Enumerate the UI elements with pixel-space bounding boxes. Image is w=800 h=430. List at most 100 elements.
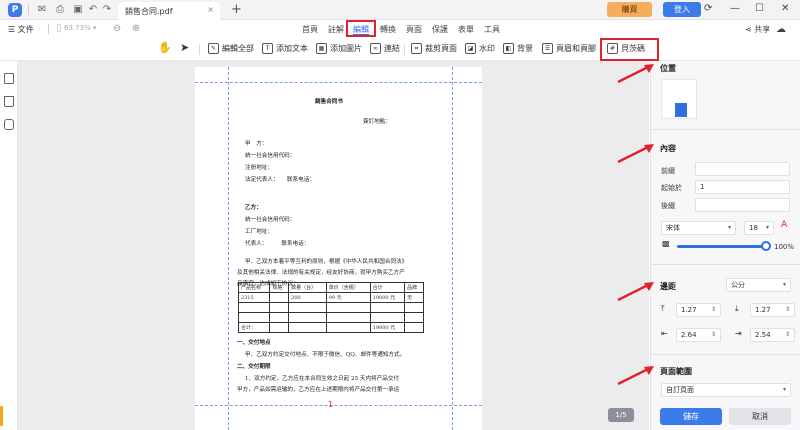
link-button[interactable]: ∞ 連結: [370, 43, 400, 57]
bates-button-highlight: [600, 38, 659, 61]
add-text-button[interactable]: T 添加文本: [262, 43, 308, 57]
table-cell: 2315: [237, 292, 271, 303]
section-2-heading: 二、交付期限: [237, 364, 271, 370]
chevron-down-icon: ▾: [727, 224, 731, 231]
table-header-row: 产品名称 规格 数量（台） 单价（含税） 合计 品牌: [237, 282, 424, 293]
divider: [651, 354, 800, 355]
refresh-icon[interactable]: ⟳: [704, 3, 712, 14]
cloud-icon[interactable]: ☁: [776, 24, 786, 35]
tab-protect[interactable]: 保護: [432, 24, 448, 35]
start-input[interactable]: 1: [695, 180, 790, 194]
margin-right-input[interactable]: 2.54 ⇕: [750, 328, 795, 342]
margin-left-value: 2.64: [681, 331, 697, 339]
tab-annotate[interactable]: 註解: [328, 24, 344, 35]
table-cell: [237, 312, 271, 323]
table-cell: [369, 312, 406, 323]
margin-right-value: 2.54: [755, 331, 771, 339]
edit-all-button[interactable]: ✎ 編輯全部: [208, 43, 254, 57]
tab-home[interactable]: 首頁: [302, 24, 318, 35]
background-button[interactable]: ◧ 背景: [503, 43, 533, 57]
crop-page-button[interactable]: ⌗ 裁剪頁面: [411, 43, 457, 57]
intro-line-2: 及其他相关法律、法规的有关规定，经友好协商，就甲方购买乙方产: [237, 270, 405, 276]
select-tool-icon[interactable]: ➤: [180, 41, 189, 55]
margin-bottom-icon: ⤓: [735, 304, 739, 313]
unit-select[interactable]: 公分 ▾: [726, 278, 791, 292]
login-button[interactable]: 登入: [663, 2, 701, 17]
credit-code-b: 统一社会信用代码：: [245, 217, 296, 223]
zoom-input[interactable]: 63.73% ▾: [64, 24, 96, 32]
undo-icon[interactable]: ↶: [87, 4, 99, 16]
file-menu[interactable]: ☰ 文件: [8, 24, 34, 35]
suffix-label: 後綴: [661, 202, 675, 210]
opacity-slider-handle[interactable]: [761, 241, 771, 251]
address-a: 注册地址：: [245, 165, 273, 171]
document-tab[interactable]: 銷售合同.pdf ×: [118, 2, 220, 20]
table-cell: [288, 302, 327, 313]
add-text-icon: T: [262, 43, 273, 54]
position-heading: 位置: [660, 64, 676, 73]
save-icon[interactable]: ▣: [72, 4, 84, 16]
section-1-heading: 一、交付地点: [237, 340, 271, 346]
stepper-icon[interactable]: ⇕: [785, 304, 790, 316]
margin-left-icon: ⇤: [661, 329, 668, 338]
table-cell: [288, 312, 327, 323]
table-cell: [269, 312, 290, 323]
zoom-in-icon[interactable]: ⊕: [130, 23, 142, 35]
page-range-select[interactable]: 自訂頁面 ▾: [661, 383, 791, 397]
minimize-icon[interactable]: —: [730, 3, 740, 14]
side-tab-marker[interactable]: [0, 406, 3, 426]
opacity-value: 100%: [774, 243, 795, 251]
table-header: 品牌: [404, 282, 424, 293]
save-button[interactable]: 儲存: [660, 408, 722, 425]
intro-line-1: 甲、乙双方本着平等互利的原则，根据《中华人民共和国合同法》: [245, 259, 408, 265]
font-size-select[interactable]: 18 ▾: [744, 221, 774, 235]
prefix-input[interactable]: [695, 162, 790, 176]
close-tab-icon[interactable]: ×: [207, 5, 214, 14]
add-image-button[interactable]: ▦ 添加圖片: [316, 43, 362, 57]
table-cell: [404, 312, 424, 323]
header-footer-button[interactable]: ☰ 頁眉和頁腳: [542, 43, 596, 57]
suffix-input[interactable]: [695, 198, 790, 212]
zoom-out-icon[interactable]: ⊖: [111, 23, 123, 35]
document-tab-title: 銷售合同.pdf: [125, 7, 173, 16]
divider: [48, 24, 49, 34]
tab-page[interactable]: 頁面: [406, 24, 422, 35]
print-icon[interactable]: ⎙: [54, 4, 66, 16]
share-button[interactable]: ⋖ 共享: [745, 24, 770, 35]
opacity-slider[interactable]: [677, 245, 767, 248]
bookmark-icon[interactable]: [4, 96, 14, 107]
buy-button[interactable]: 購買: [607, 2, 652, 17]
page-range-heading: 頁面範圍: [660, 367, 692, 376]
tab-tools[interactable]: 工具: [484, 24, 500, 35]
margin-top-input[interactable]: 1.27 ⇕: [676, 303, 721, 317]
rep-b: 代表人： 联系电话：: [245, 241, 310, 247]
new-tab-button[interactable]: +: [231, 2, 242, 17]
font-color-icon[interactable]: A: [781, 220, 787, 234]
divider: [651, 129, 800, 130]
watermark-button[interactable]: ◪ 水印: [465, 43, 495, 57]
email-icon[interactable]: ✉: [36, 4, 48, 16]
tab-form[interactable]: 表單: [458, 24, 474, 35]
position-selected-cell[interactable]: [675, 103, 687, 117]
stepper-icon[interactable]: ⇕: [711, 304, 716, 316]
maximize-icon[interactable]: ☐: [755, 3, 764, 14]
hand-tool-icon[interactable]: ✋: [158, 41, 172, 55]
redo-icon[interactable]: ↷: [101, 4, 113, 16]
page-counter[interactable]: 1/5: [608, 408, 634, 422]
stepper-icon[interactable]: ⇕: [785, 329, 790, 341]
document-canvas[interactable]: 銷售合同书 簽訂地點： 甲 方： 统一社会信用代码： 注册地址： 法定代表人： …: [18, 61, 649, 430]
thumbnail-icon[interactable]: [4, 73, 14, 84]
link-label: 連結: [384, 44, 400, 53]
margin-bottom-input[interactable]: 1.27 ⇕: [750, 303, 795, 317]
annotation-arrow-position: [617, 64, 654, 84]
bates-settings-panel: 位置 內容 前綴 起始於 1 後綴 宋体 ▾ 18 ▾ A ▩ 100% 邊距 公分…: [650, 61, 800, 430]
font-select[interactable]: 宋体 ▾: [661, 221, 736, 235]
comment-icon[interactable]: [4, 119, 14, 130]
share-label: 共享: [754, 25, 771, 34]
font-name: 宋体: [666, 224, 680, 232]
margin-left-input[interactable]: 2.64 ⇕: [676, 328, 721, 342]
tab-convert[interactable]: 轉換: [380, 24, 396, 35]
close-window-icon[interactable]: ✕: [781, 3, 789, 14]
stepper-icon[interactable]: ⇕: [711, 329, 716, 341]
cancel-button[interactable]: 取消: [729, 408, 791, 425]
